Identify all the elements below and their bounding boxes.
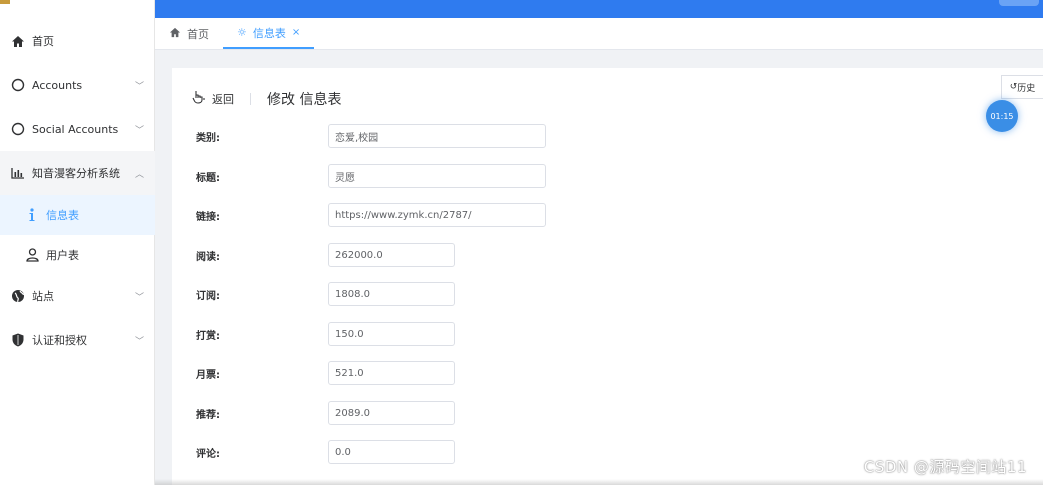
form-row-category: 类别: [196,124,546,148]
logo-strip [0,0,10,4]
form-row-tips: 打赏: [196,322,455,346]
link-input[interactable] [328,203,546,227]
field-label: 类别: [196,132,220,144]
sidebar-item-label: 认证和授权 [32,334,87,347]
close-icon[interactable]: × [292,27,300,38]
field-label: 推荐: [196,409,220,421]
monthly-tickets-input[interactable] [328,361,455,385]
tips-input[interactable] [328,322,455,346]
sidebar-item-label: 首页 [32,35,54,48]
reads-input[interactable] [328,243,455,267]
sidebar-item-auth[interactable]: 认证和授权 ﹀ [0,318,155,362]
watermark-text: CSDN @源码空间站11 [863,458,1027,476]
sidebar-item-social-accounts[interactable]: Social Accounts ﹀ [0,107,155,151]
chevron-down-icon: ﹀ [135,292,145,303]
back-label: 返回 [212,93,234,106]
form-row-monthly-tickets: 月票: [196,361,455,385]
shield-icon [4,333,32,347]
sidebar-item-user-table[interactable]: 用户表 [0,235,155,275]
recommendations-input[interactable] [328,401,455,425]
tab-home[interactable]: 首页 [155,18,223,49]
tab-bar: 首页 ☼ 信息表 × [155,18,1043,50]
form-row-comments: 评论: [196,440,455,464]
edit-form-card: 返回 修改 信息表 ↺ 历史 01:15 类别: 标题: 链接: 阅读: 订阅:… [172,68,1043,485]
home-icon [4,35,32,48]
form-row-recommendations: 推荐: [196,401,455,425]
form-row-title: 标题: [196,164,546,188]
tab-label: 首页 [187,27,209,41]
sidebar-item-label: 站点 [32,290,54,303]
history-label: 历史 [1017,83,1036,94]
user-icon [18,248,46,262]
comments-input[interactable] [328,440,455,464]
subscriptions-input[interactable] [328,282,455,306]
pointer-hand-icon [192,90,206,108]
sidebar-item-home[interactable]: 首页 [0,19,155,63]
form-row-reads: 阅读: [196,243,455,267]
form-row-subscriptions: 订阅: [196,282,455,306]
sidebar-item-label: Social Accounts [32,122,119,136]
chevron-down-icon: ﹀ [135,336,145,347]
sidebar-item-analysis-system[interactable]: 知音漫客分析系统 ︿ [0,151,155,195]
header-user-area[interactable] [999,0,1039,6]
page-header: 返回 修改 信息表 [192,88,341,110]
sidebar-item-info-table[interactable]: 信息表 [0,195,155,235]
history-icon: ↺ [1009,82,1018,92]
field-label: 链接: [196,211,220,223]
field-label: 月票: [196,369,220,381]
field-label: 订阅: [196,290,220,302]
gear-icon: ☼ [237,26,247,39]
page-title: 修改 信息表 [267,92,342,108]
sidebar-item-label: 用户表 [46,249,79,262]
field-label: 评论: [196,448,220,460]
tab-label: 信息表 [252,26,286,40]
form-row-link: 链接: [196,203,546,227]
sidebar-item-label: 知音漫客分析系统 [32,167,120,180]
info-icon [18,208,46,222]
bar-chart-icon [4,167,32,179]
header-divider [250,93,251,105]
circle-icon [4,122,32,136]
sidebar-item-label: Accounts [32,78,83,92]
bottom-fade [155,479,1043,485]
back-button[interactable]: 返回 [192,90,234,108]
chevron-up-icon: ︿ [135,169,145,180]
field-label: 打赏: [196,330,220,342]
tab-info-table[interactable]: ☼ 信息表 × [223,18,315,49]
category-input[interactable] [328,124,546,148]
home-icon [169,27,181,41]
sidebar-item-accounts[interactable]: Accounts ﹀ [0,63,155,107]
timer-badge[interactable]: 01:15 [986,100,1018,132]
sidebar-item-sites[interactable]: 站点 ﹀ [0,274,155,318]
circle-icon [4,78,32,92]
sidebar-item-label: 信息表 [46,209,79,222]
chevron-down-icon: ﹀ [135,81,145,92]
globe-icon [4,289,32,303]
top-header [155,0,1043,18]
field-label: 标题: [196,172,220,184]
sidebar: 首页 Accounts ﹀ Social Accounts ﹀ 知音漫客分析系统… [0,0,155,485]
title-input[interactable] [328,164,546,188]
history-button[interactable]: ↺ 历史 [1001,75,1043,99]
chevron-down-icon: ﹀ [135,125,145,136]
field-label: 阅读: [196,251,220,263]
